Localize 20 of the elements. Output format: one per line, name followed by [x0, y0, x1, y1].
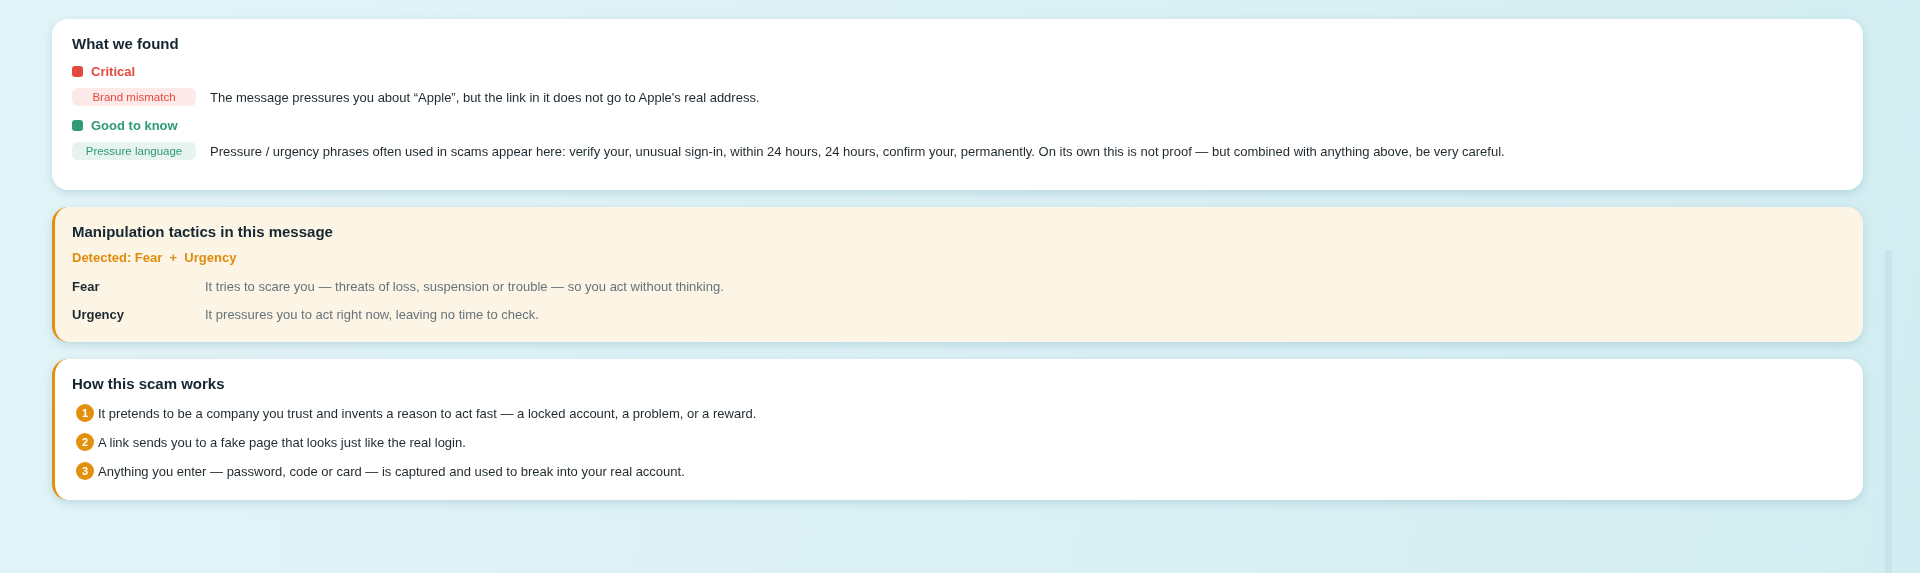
severity-label: Good to know — [91, 118, 178, 133]
step-text: It pretends to be a company you trust and invents a reason to act fast — a locked account, a problem, or a reward. — [98, 405, 757, 421]
card-title: What we found — [72, 35, 180, 52]
tactic-name: Fear — [72, 279, 101, 294]
step-number: 3 — [76, 462, 94, 480]
step-text: Anything you enter — password, code or card — is captured and used to break into your real account. — [98, 463, 685, 479]
card-title: How this scam works — [72, 375, 226, 392]
severity-label: Critical — [91, 64, 136, 79]
tactic-description: It tries to scare you — threats of loss, suspension or trouble — so you act without thinking. — [205, 279, 724, 294]
detected-label: Detected: Fear + Urgency — [72, 250, 238, 265]
tactic-name: Urgency — [72, 307, 126, 322]
finding-text: Pressure / urgency phrases often used in scams appear here: verify your, unusual sign-in, within 24 hours, 24 hours, confirm your, permanently. On its own this is not proof — but combined with anything above, be very careful. — [210, 143, 1505, 159]
card-title: Manipulation tactics in this message — [72, 223, 334, 240]
finding-text: The message pressures you about “Apple”, but the link in it does not go to Apple's real address. — [210, 89, 760, 105]
finding-tag: Pressure language — [72, 142, 196, 160]
finding-tag: Brand mismatch — [72, 88, 196, 106]
step-number: 1 — [76, 404, 94, 422]
step-text: A link sends you to a fake page that looks just like the real login. — [98, 434, 466, 450]
step-number: 2 — [76, 433, 94, 451]
tactic-description: It pressures you to act right now, leaving no time to check. — [205, 307, 539, 322]
